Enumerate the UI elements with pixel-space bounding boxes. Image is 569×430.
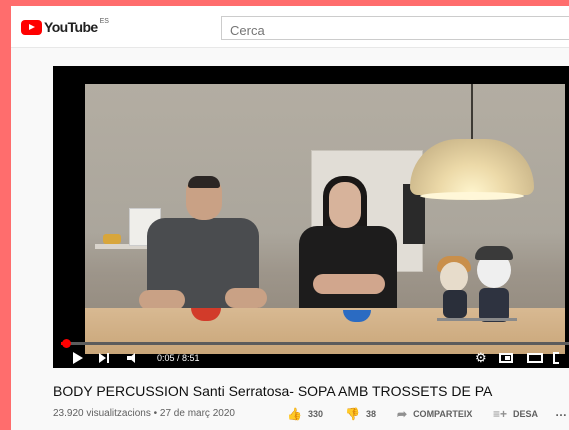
- dislike-button[interactable]: 👎 38: [345, 407, 376, 421]
- man-arm-left: [139, 290, 185, 310]
- video-frame[interactable]: [85, 84, 565, 354]
- doll-boy-hat: [475, 246, 513, 260]
- video-meta: 23.920 visualitzacions • 27 de març 2020: [53, 408, 235, 419]
- share-arrow-icon: ➦: [397, 407, 408, 421]
- save-button[interactable]: ≡+ DESA: [493, 407, 538, 421]
- logo-text: YouTube: [44, 19, 98, 35]
- lamp-cord: [471, 84, 473, 144]
- country-code: ES: [99, 17, 109, 25]
- woman-arms: [313, 274, 385, 294]
- like-button[interactable]: 👍 330: [287, 407, 323, 421]
- thumb-up-icon: 👍: [287, 407, 302, 421]
- player-controls: 0:05 / 8:51 ⚙: [53, 348, 569, 368]
- theater-mode-button[interactable]: [527, 353, 543, 363]
- next-button[interactable]: [99, 353, 111, 363]
- doll-boy-body: [479, 288, 509, 322]
- scrubber-handle[interactable]: [61, 339, 71, 348]
- youtube-logo[interactable]: YouTube ES: [21, 17, 109, 35]
- doll-girl-head: [440, 262, 468, 292]
- man-arm-right: [225, 288, 267, 308]
- share-label: COMPARTEIX: [413, 409, 473, 419]
- search-input[interactable]: [221, 16, 569, 40]
- masthead: YouTube ES: [11, 6, 569, 48]
- fullscreen-button[interactable]: [553, 352, 567, 364]
- time-display: 0:05 / 8:51: [157, 353, 200, 363]
- gear-icon[interactable]: ⚙: [475, 349, 487, 367]
- share-button[interactable]: ➦ COMPARTEIX: [397, 407, 472, 421]
- video-player[interactable]: 0:05 / 8:51 ⚙: [53, 66, 569, 368]
- youtube-page: YouTube ES Cerca 0:05 / 8:51 ⚙ BODY PERC…: [11, 6, 569, 430]
- video-title: BODY PERCUSSION Santi Serratosa- SOPA AM…: [53, 383, 493, 399]
- volume-icon[interactable]: [127, 353, 141, 363]
- miniplayer-button[interactable]: [499, 353, 513, 363]
- man-hair: [188, 176, 220, 188]
- save-label: DESA: [513, 409, 539, 419]
- lamp-glow: [420, 192, 524, 200]
- more-actions-button[interactable]: …: [555, 405, 567, 419]
- pendant-lamp: [410, 139, 534, 195]
- playlist-add-icon: ≡+: [493, 407, 508, 421]
- play-button[interactable]: [73, 352, 83, 364]
- dislike-count: 38: [365, 409, 376, 419]
- youtube-play-logo-icon: [21, 19, 42, 35]
- progress-bar[interactable]: [61, 339, 569, 348]
- like-count: 330: [307, 409, 323, 419]
- doll-girl-body: [443, 290, 467, 318]
- woman-head: [329, 182, 361, 228]
- shelf-toy: [103, 234, 121, 244]
- doll-stand: [437, 318, 517, 321]
- thumb-down-icon: 👎: [345, 407, 360, 421]
